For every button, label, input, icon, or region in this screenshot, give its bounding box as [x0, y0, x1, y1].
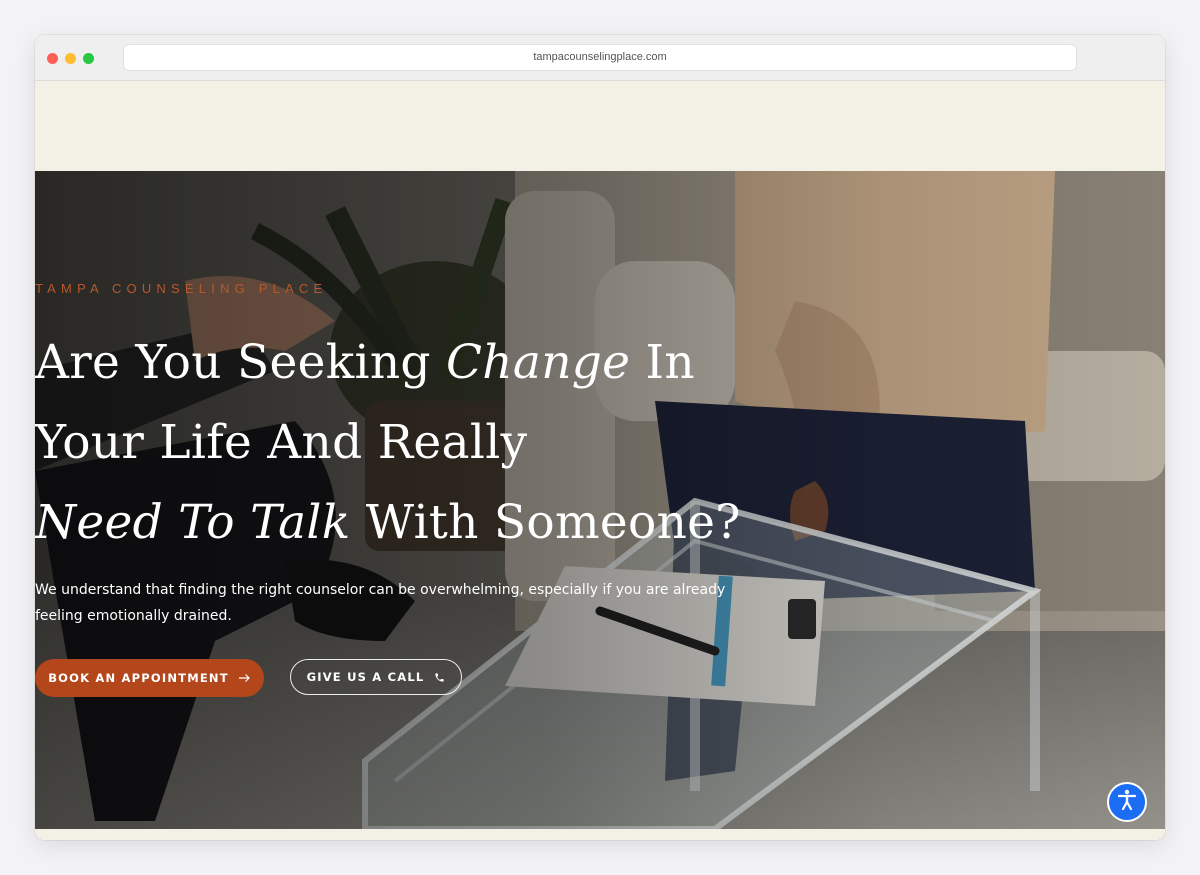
phone-icon — [434, 672, 445, 683]
site-header-band — [35, 81, 1165, 171]
arrow-right-icon — [238, 673, 251, 683]
minimize-window-button[interactable] — [65, 53, 76, 64]
close-window-button[interactable] — [47, 53, 58, 64]
address-bar[interactable]: tampacounselingplace.com — [124, 45, 1076, 70]
hero-headline: Are You Seeking Change In Your Life And … — [35, 323, 755, 563]
give-us-a-call-button[interactable]: GIVE US A CALL — [290, 659, 462, 695]
maximize-window-button[interactable] — [83, 53, 94, 64]
browser-window: tampacounselingplace.com TAMPA COUNSELIN… — [35, 35, 1165, 840]
accessibility-person-icon — [1115, 788, 1139, 817]
headline-line-1: Are You Seeking Change In — [35, 335, 695, 390]
section-divider-band — [35, 829, 1165, 840]
book-appointment-button[interactable]: BOOK AN APPOINTMENT — [35, 659, 264, 697]
browser-titlebar: tampacounselingplace.com — [35, 35, 1165, 81]
headline-line-2: Your Life And Really — [35, 415, 528, 470]
hero-section: TAMPA COUNSELING PLACE Are You Seeking C… — [35, 171, 1165, 829]
hero-subtext: We understand that finding the right cou… — [35, 582, 726, 624]
hero-eyebrow: TAMPA COUNSELING PLACE — [35, 281, 328, 296]
give-us-a-call-label: GIVE US A CALL — [306, 670, 425, 684]
headline-line-3: Need To Talk With Someone? — [35, 495, 741, 550]
book-appointment-label: BOOK AN APPOINTMENT — [48, 671, 229, 685]
accessibility-button[interactable] — [1107, 782, 1147, 822]
